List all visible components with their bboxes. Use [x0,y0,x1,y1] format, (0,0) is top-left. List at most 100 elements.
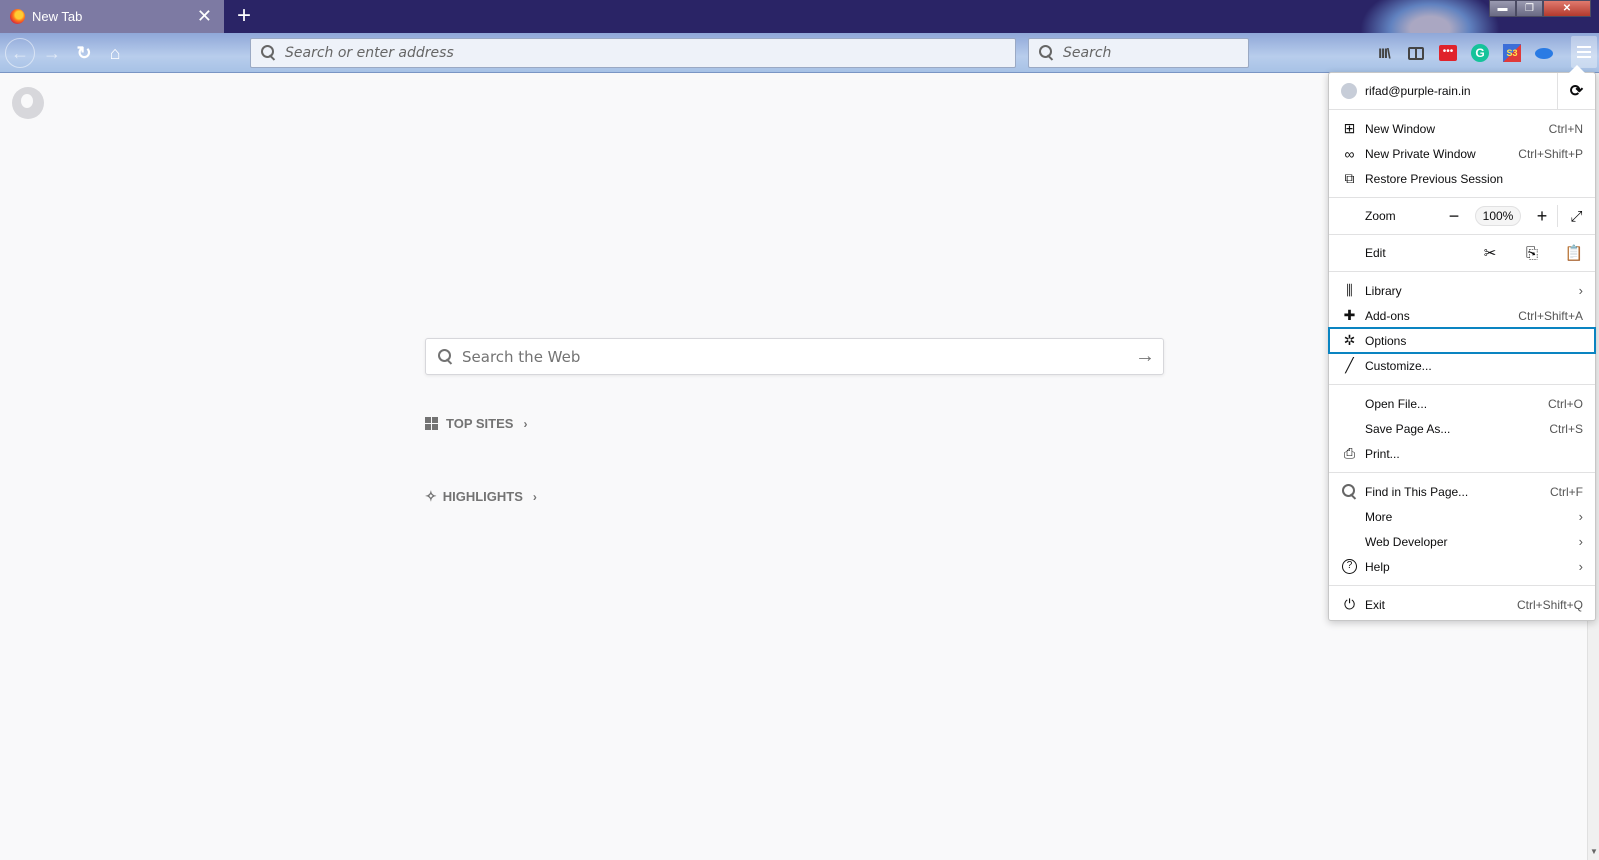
sidebar-icon [1408,46,1424,60]
menu-item-open-file[interactable]: Open File... Ctrl+O [1329,391,1595,416]
menu-item-label: Library [1365,283,1402,298]
fullscreen-icon[interactable]: ⤢ [1557,205,1595,227]
zoom-in-button[interactable]: + [1527,206,1557,227]
reload-button[interactable]: ↻ [69,38,99,68]
menu-group-windows: ⊞ New Window Ctrl+N ∞ New Private Window… [1329,110,1595,197]
firefox-favicon-icon [10,9,25,24]
menu-item-label: Web Developer [1365,534,1448,549]
menu-item-shortcut: Ctrl+Shift+A [1518,308,1583,323]
menu-item-print[interactable]: ⎙ Print... [1329,441,1595,466]
eye-extension-button[interactable] [1528,38,1560,68]
open-menu-button[interactable] [1571,36,1597,68]
zoom-reset-button[interactable]: 100% [1475,206,1521,226]
search-icon [261,45,277,61]
grammarly-extension-button[interactable]: G [1464,38,1496,68]
copy-icon[interactable]: ⎘ [1511,245,1553,262]
menu-item-label: Options [1365,333,1407,348]
s3-extension-button[interactable]: S3 [1496,38,1528,68]
address-bar[interactable] [250,38,1016,68]
menu-group-page: Find in This Page... Ctrl+F More › Web D… [1329,473,1595,585]
printer-icon: ⎙ [1343,445,1356,461]
menu-item-new-private-window[interactable]: ∞ New Private Window Ctrl+Shift+P [1329,141,1595,166]
web-search-box[interactable]: → [425,338,1164,375]
menu-item-label: Print... [1365,446,1400,461]
search-bar[interactable] [1028,38,1249,68]
hamburger-line [1577,46,1591,48]
power-icon: ⏻ [1343,596,1356,612]
menu-item-label: Help [1365,559,1390,574]
web-search-input[interactable] [462,347,1127,366]
home-button[interactable]: ⌂ [100,38,130,68]
menu-item-find-in-page[interactable]: Find in This Page... Ctrl+F [1329,479,1595,504]
zoom-out-button[interactable]: − [1439,206,1469,227]
menu-item-customize[interactable]: ╱ Customize... [1329,353,1595,378]
menu-item-more[interactable]: More › [1329,504,1595,529]
search-icon [1039,45,1055,61]
tab-new-tab[interactable]: New Tab ✕ [0,0,224,33]
puzzle-icon: ✚ [1343,307,1356,323]
sync-icon[interactable]: ⟳ [1557,73,1595,109]
private-mask-icon: ∞ [1344,145,1355,162]
s3-icon: S3 [1503,44,1521,62]
cut-icon[interactable]: ✂ [1469,244,1511,262]
menu-item-add-ons[interactable]: ✚ Add-ons Ctrl+Shift+A [1329,303,1595,328]
eye-icon [1535,47,1553,59]
menu-item-help[interactable]: ? Help › [1329,554,1595,579]
grammarly-icon: G [1471,44,1489,62]
menu-item-label: New Private Window [1365,146,1476,161]
chevron-right-icon: › [532,489,537,504]
account-row[interactable]: rifad@purple-rain.in ⟳ [1329,73,1595,109]
menu-item-label: Open File... [1365,396,1428,411]
menu-item-save-page-as[interactable]: Save Page As... Ctrl+S [1329,416,1595,441]
menu-item-label: Add-ons [1365,308,1410,323]
top-sites-section-toggle[interactable]: TOP SITES › [425,416,527,431]
scroll-down-arrow-icon[interactable]: ▼ [1590,847,1598,856]
forward-button[interactable]: → [37,38,67,68]
search-go-arrow-icon[interactable]: → [1127,345,1163,368]
menu-group-file: Open File... Ctrl+O Save Page As... Ctrl… [1329,385,1595,472]
library-button[interactable]: III\ [1368,38,1400,68]
menu-item-shortcut: Ctrl+O [1547,396,1583,411]
menu-item-web-developer[interactable]: Web Developer › [1329,529,1595,554]
chevron-right-icon: › [1578,509,1583,524]
pocket-icon: ••• [1439,45,1457,61]
paintbrush-icon: ╱ [1345,357,1354,373]
tab-close-icon[interactable]: ✕ [197,6,212,26]
window-controls: ▬ ❐ ✕ [1489,0,1591,18]
highlights-section-toggle[interactable]: ✧ HIGHLIGHTS › [425,488,537,505]
tab-strip: New Tab ✕ + ▬ ❐ ✕ [0,0,1599,72]
edit-controls: Edit ✂ ⎘ 📋 [1329,235,1595,271]
help-glyph: ? [1342,559,1357,574]
menu-item-shortcut: Ctrl+N [1548,121,1583,136]
menu-group-tools: ⫼ Library › ✚ Add-ons Ctrl+Shift+A ✲ Opt… [1328,272,1596,384]
close-window-button[interactable]: ✕ [1543,0,1591,17]
chevron-right-icon: › [1578,559,1583,574]
menu-item-new-window[interactable]: ⊞ New Window Ctrl+N [1329,116,1595,141]
help-icon: ? [1341,558,1358,575]
back-button[interactable]: ← [5,38,35,68]
menu-item-options[interactable]: ✲ Options [1328,327,1596,354]
search-input[interactable] [1063,45,1248,61]
menu-item-restore-session[interactable]: ⧉ Restore Previous Session [1329,166,1595,191]
paste-icon[interactable]: 📋 [1553,244,1595,262]
menu-item-label: New Window [1365,121,1436,136]
account-email: rifad@purple-rain.in [1365,84,1471,98]
pocket-extension-button[interactable]: ••• [1432,38,1464,68]
edit-label: Edit [1365,246,1386,260]
search-icon [1341,483,1358,500]
menu-item-label: More [1365,509,1393,524]
menu-item-exit[interactable]: ⏻ Exit Ctrl+Shift+Q [1329,592,1595,617]
new-tab-button[interactable]: + [231,3,257,29]
restore-button[interactable]: ❐ [1516,0,1543,17]
hamburger-line [1577,56,1591,58]
menu-item-library[interactable]: ⫼ Library › [1329,278,1595,303]
address-input[interactable] [285,45,1015,61]
menu-item-label: Customize... [1365,358,1432,373]
firefox-logo-icon [12,87,44,119]
sidebar-button[interactable] [1400,38,1432,68]
chevron-right-icon: › [1578,283,1583,298]
zoom-controls: Zoom − 100% + ⤢ [1329,198,1595,234]
navigation-toolbar: ← → ↻ ⌂ III\ ••• G S3 [0,33,1599,73]
minimize-button[interactable]: ▬ [1489,0,1516,17]
menu-item-shortcut: Ctrl+Shift+Q [1516,597,1583,612]
